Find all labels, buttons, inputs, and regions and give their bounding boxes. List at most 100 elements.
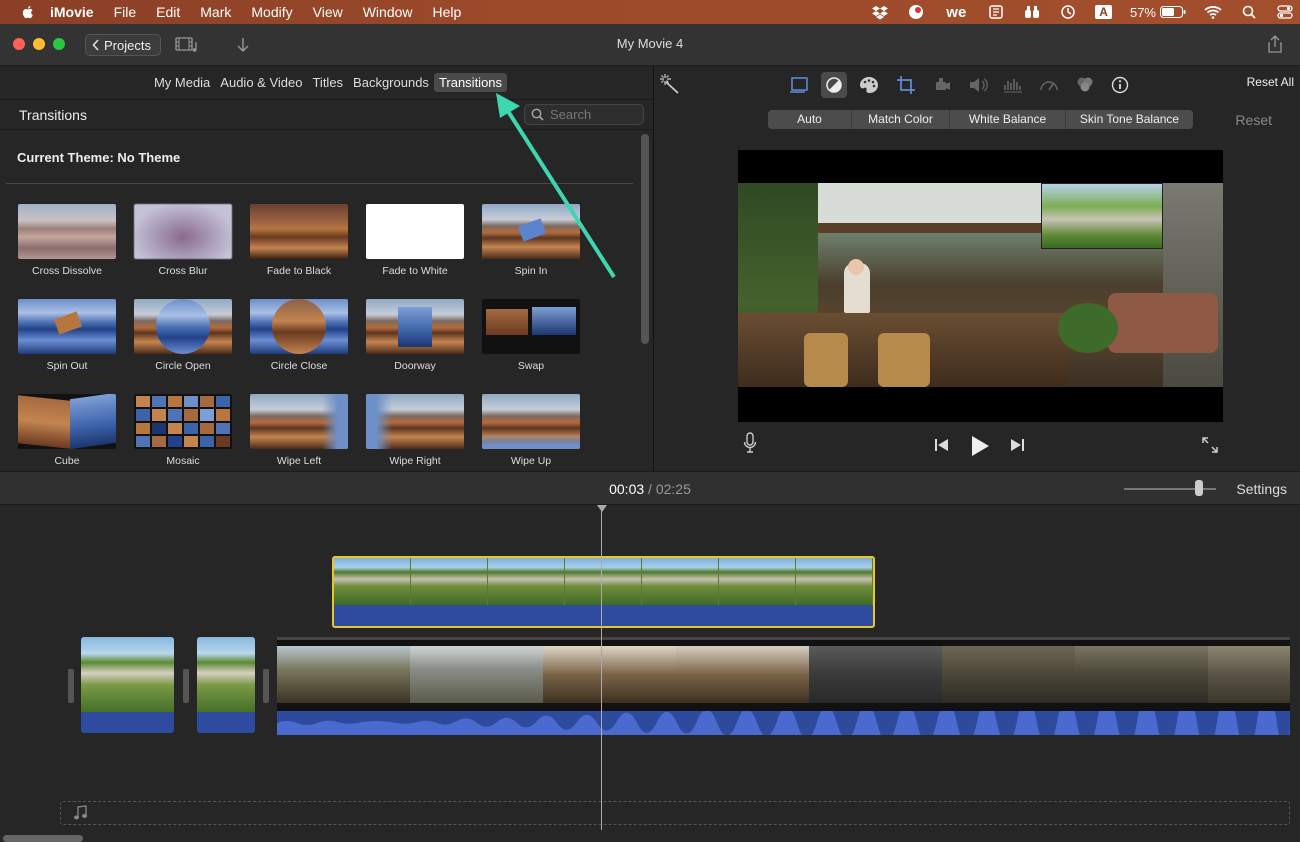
transition-spin-out[interactable]: Spin Out: [9, 299, 125, 372]
media-library-icon[interactable]: [175, 36, 201, 54]
timeline[interactable]: [0, 505, 1300, 842]
dropbox-icon[interactable]: [871, 3, 889, 21]
color-correction-icon[interactable]: [821, 72, 847, 98]
crop-to-fill-icon[interactable]: [788, 74, 810, 96]
tab-my-media[interactable]: My Media: [149, 73, 215, 92]
menu-view[interactable]: View: [313, 4, 343, 20]
transition-circle-close[interactable]: Circle Close: [241, 299, 357, 372]
minimize-window-button[interactable]: [33, 38, 45, 50]
playhead[interactable]: [601, 505, 602, 830]
color-balance-segmented-control: Auto Match Color White Balance Skin Tone…: [768, 110, 1193, 129]
search-field[interactable]: Search: [524, 104, 644, 125]
crop-icon[interactable]: [895, 74, 917, 96]
music-note-icon: [74, 805, 87, 820]
transition-wipe-right[interactable]: Wipe Right: [357, 394, 473, 467]
timeline-settings-button[interactable]: Settings: [1236, 481, 1287, 497]
transition-handle[interactable]: [263, 669, 269, 703]
volume-icon[interactable]: [967, 74, 989, 96]
transition-handle[interactable]: [68, 669, 74, 703]
tab-titles[interactable]: Titles: [307, 73, 348, 92]
reset-all-button[interactable]: Reset All: [1247, 75, 1294, 89]
skin-tone-balance-button[interactable]: Skin Tone Balance: [1066, 110, 1193, 129]
browser-scrollbar[interactable]: [641, 134, 649, 344]
search-icon: [531, 108, 544, 121]
apple-icon[interactable]: [20, 4, 36, 20]
close-window-button[interactable]: [13, 38, 25, 50]
recorder-icon[interactable]: [907, 3, 925, 21]
voiceover-microphone-icon[interactable]: [743, 432, 757, 454]
transition-circle-open[interactable]: Circle Open: [125, 299, 241, 372]
transition-cross-dissolve[interactable]: Cross Dissolve: [9, 204, 125, 277]
palette-icon[interactable]: [858, 74, 880, 96]
cutaway-clip-selected[interactable]: [332, 556, 875, 628]
skip-forward-icon[interactable]: [1009, 438, 1025, 452]
transition-label: Wipe Up: [510, 455, 552, 467]
transition-thumbnail: [366, 299, 464, 354]
match-color-button[interactable]: Match Color: [852, 110, 950, 129]
transition-fade-to-white[interactable]: Fade to White: [357, 204, 473, 277]
battery-status[interactable]: 57%: [1130, 5, 1186, 20]
transition-swap[interactable]: Swap: [473, 299, 589, 372]
video-preview[interactable]: [738, 150, 1223, 422]
menu-edit[interactable]: Edit: [156, 4, 180, 20]
transition-thumbnail: [250, 204, 348, 259]
transition-cube[interactable]: Cube: [9, 394, 125, 467]
transition-wipe-left[interactable]: Wipe Left: [241, 394, 357, 467]
music-track-lane[interactable]: [60, 801, 1290, 825]
app-status-icon[interactable]: [987, 3, 1005, 21]
zoom-window-button[interactable]: [53, 38, 65, 50]
timeline-scrollbar[interactable]: [3, 835, 83, 842]
speed-icon[interactable]: [1038, 74, 1060, 96]
zoom-slider-knob[interactable]: [1195, 480, 1203, 496]
magic-wand-icon[interactable]: [659, 73, 681, 95]
main-video-clip[interactable]: [277, 637, 1290, 757]
fullscreen-icon[interactable]: [1201, 436, 1219, 454]
clip-frames: [277, 646, 1290, 703]
play-icon[interactable]: [970, 435, 990, 457]
transition-label: Mosaic: [166, 455, 200, 467]
menu-window[interactable]: Window: [363, 4, 413, 20]
time-machine-icon[interactable]: [1059, 3, 1077, 21]
transition-cross-blur[interactable]: Cross Blur: [125, 204, 241, 277]
reset-button[interactable]: Reset: [1235, 112, 1272, 128]
house-clip-1[interactable]: [81, 637, 174, 733]
transition-fade-to-black[interactable]: Fade to Black: [241, 204, 357, 277]
transition-thumbnail: [366, 394, 464, 449]
menu-mark[interactable]: Mark: [200, 4, 231, 20]
viewer-pane: Reset All Auto Match Color White Balance…: [655, 66, 1300, 471]
transition-thumbnail: [134, 299, 232, 354]
control-center-icon[interactable]: [1276, 3, 1294, 21]
transition-spin-in[interactable]: Spin In: [473, 204, 589, 277]
skip-back-icon[interactable]: [934, 438, 950, 452]
transition-label: Spin In: [514, 265, 548, 277]
clip-filter-icon[interactable]: [1074, 74, 1096, 96]
white-balance-button[interactable]: White Balance: [950, 110, 1066, 129]
auto-button[interactable]: Auto: [768, 110, 852, 129]
stabilization-icon[interactable]: [932, 74, 954, 96]
tab-backgrounds[interactable]: Backgrounds: [348, 73, 434, 92]
transition-mosaic[interactable]: Mosaic: [125, 394, 241, 467]
menu-imovie[interactable]: iMovie: [50, 4, 94, 20]
menu-help[interactable]: Help: [433, 4, 462, 20]
transition-wipe-up[interactable]: Wipe Up: [473, 394, 589, 467]
tab-transitions[interactable]: Transitions: [433, 73, 508, 92]
wifi-icon[interactable]: [1204, 3, 1222, 21]
tab-audio-video[interactable]: Audio & Video: [215, 73, 307, 92]
battery-icon: [1160, 6, 1186, 18]
share-icon[interactable]: [1267, 35, 1283, 53]
playhead-handle[interactable]: [597, 505, 607, 512]
wechat-icon[interactable]: we: [943, 3, 969, 21]
transition-handle[interactable]: [183, 669, 189, 703]
noise-reduction-icon[interactable]: [1002, 74, 1024, 96]
input-source-indicator[interactable]: A: [1095, 5, 1112, 19]
menu-file[interactable]: File: [114, 4, 137, 20]
house-clip-2[interactable]: [197, 637, 255, 733]
binoculars-icon[interactable]: [1023, 3, 1041, 21]
spotlight-search-icon[interactable]: [1240, 3, 1258, 21]
menu-modify[interactable]: Modify: [251, 4, 292, 20]
projects-back-button[interactable]: Projects: [85, 34, 161, 56]
transition-doorway[interactable]: Doorway: [357, 299, 473, 372]
info-icon[interactable]: [1109, 74, 1131, 96]
transition-thumbnail: [134, 394, 232, 449]
import-arrow-icon[interactable]: [236, 36, 250, 54]
